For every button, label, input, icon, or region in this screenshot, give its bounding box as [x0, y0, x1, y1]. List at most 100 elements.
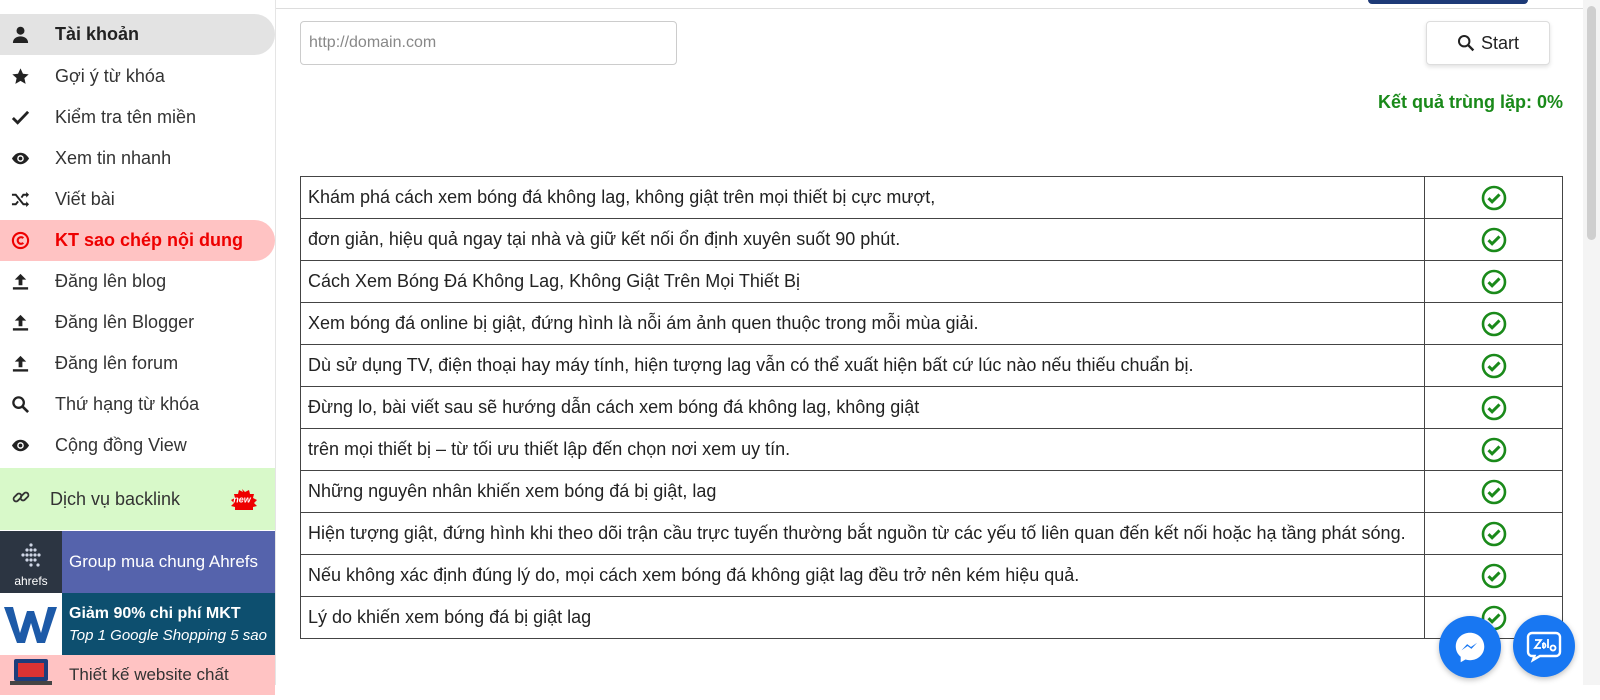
domain-url-input[interactable]: [300, 21, 677, 65]
table-row: Xem bóng đá online bị giật, đứng hình là…: [300, 302, 1563, 345]
sidebar-item-goi-y-tu-khoa[interactable]: Gợi ý từ khóa: [0, 56, 275, 97]
w-logo: [0, 593, 62, 655]
sidebar-item-label: Xem tin nhanh: [55, 148, 172, 168]
table-row: Khám phá cách xem bóng đá không lag, khô…: [300, 176, 1563, 219]
check-circle-icon: [1481, 269, 1506, 294]
top-accent-bar: [1368, 0, 1528, 4]
zalo-chat-button[interactable]: [1513, 615, 1575, 677]
table-row: Cách Xem Bóng Đá Không Lag, Không Giật T…: [300, 260, 1563, 303]
sidebar-item-tai-khoan[interactable]: Tài khoản: [0, 14, 275, 55]
check-circle-icon: [1481, 395, 1506, 420]
check-circle-icon: [1481, 563, 1506, 588]
link-icon: [0, 487, 50, 512]
sidebar-item-thu-hang-tu-khoa[interactable]: Thứ hạng từ khóa: [0, 384, 275, 425]
new-badge-text: new: [233, 495, 252, 505]
promo-subtitle: Top 1 Google Shopping 5 sao: [69, 626, 267, 644]
sentence-cell: Đừng lo, bài viết sau sẽ hướng dẫn cách …: [300, 386, 1425, 429]
status-cell: [1424, 470, 1563, 513]
user-icon: [0, 25, 42, 44]
sentence-cell: trên mọi thiết bị – từ tối ưu thiết lập …: [300, 428, 1425, 471]
messenger-chat-button[interactable]: [1439, 616, 1501, 678]
sentence-cell: Cách Xem Bóng Đá Không Lag, Không Giật T…: [300, 260, 1425, 303]
table-row: Dù sử dụng TV, điện thoại hay máy tính, …: [300, 344, 1563, 387]
sidebar-item-dang-len-blogger[interactable]: Đăng lên Blogger: [0, 302, 275, 343]
promo-label: Group mua chung Ahrefs: [69, 552, 259, 571]
new-badge-icon: new: [231, 489, 257, 510]
sidebar-item-dang-len-blog[interactable]: Đăng lên blog: [0, 261, 275, 302]
check-circle-icon: [1481, 521, 1506, 546]
shuffle-icon: [0, 190, 42, 209]
promo-mkt[interactable]: Giảm 90% chi phí MKT Top 1 Google Shoppi…: [0, 593, 275, 655]
promo-website[interactable]: Thiết kế website chất: [0, 655, 275, 695]
check-circle-icon: [1481, 479, 1506, 504]
sentence-cell: Hiện tượng giật, đứng hình khi theo dõi …: [300, 512, 1425, 555]
sentence-cell: Xem bóng đá online bị giật, đứng hình là…: [300, 302, 1425, 345]
sidebar-item-label: Dịch vụ backlink: [50, 488, 181, 509]
sentence-cell: đơn giản, hiệu quả ngay tại nhà và giữ k…: [300, 218, 1425, 261]
table-row: đơn giản, hiệu quả ngay tại nhà và giữ k…: [300, 218, 1563, 261]
sidebar-item-dang-len-forum[interactable]: Đăng lên forum: [0, 343, 275, 384]
sidebar-item-cong-dong-view[interactable]: Cộng đồng View: [0, 425, 275, 466]
sentence-cell: Lý do khiến xem bóng đá bị giật lag: [300, 596, 1425, 639]
status-cell: [1424, 512, 1563, 555]
promo-label: Thiết kế website chất: [69, 665, 229, 684]
table-row: trên mọi thiết bị – từ tối ưu thiết lập …: [300, 428, 1563, 471]
zalo-icon: [1526, 631, 1562, 663]
messenger-icon: [1455, 632, 1485, 663]
sidebar-item-label: Tài khoản: [55, 24, 140, 44]
search-icon: [1457, 34, 1475, 52]
promo-ahrefs[interactable]: ahrefs Group mua chung Ahrefs: [0, 531, 275, 593]
start-button-label: Start: [1480, 32, 1519, 53]
sidebar-item-label: Viết bài: [55, 189, 115, 209]
top-divider: [276, 8, 1600, 9]
status-cell: [1424, 218, 1563, 261]
promo-title: Giảm 90% chi phí MKT: [69, 604, 241, 622]
table-row: Đừng lo, bài viết sau sẽ hướng dẫn cách …: [300, 386, 1563, 429]
check-circle-icon: [1481, 311, 1506, 336]
table-row: Lý do khiến xem bóng đá bị giật lag: [300, 596, 1563, 639]
sidebar-item-label: Đăng lên forum: [55, 353, 179, 373]
sidebar-item-dich-vu-backlink[interactable]: Dịch vụ backlink new: [0, 468, 275, 530]
sentence-cell: Khám phá cách xem bóng đá không lag, khô…: [300, 176, 1425, 219]
copyright-icon: [0, 231, 42, 250]
scrollbar-thumb[interactable]: [1587, 6, 1596, 240]
eye-icon: [0, 149, 42, 168]
sidebar-item-label: Cộng đồng View: [55, 435, 187, 455]
scrollbar[interactable]: [1583, 0, 1600, 685]
star-icon: [0, 67, 42, 86]
sidebar-item-label: KT sao chép nội dung: [55, 230, 243, 250]
eye-icon: [0, 436, 42, 455]
table-row: Nếu không xác định đúng lý do, mọi cách …: [300, 554, 1563, 597]
status-cell: [1424, 428, 1563, 471]
duplicate-result-text: Kết quả trùng lặp: 0%: [1377, 92, 1563, 112]
check-icon: [0, 108, 42, 127]
start-button[interactable]: Start: [1426, 21, 1550, 65]
sidebar-item-label: Đăng lên blog: [55, 271, 167, 291]
sidebar-item-kt-sao-chep[interactable]: KT sao chép nội dung: [0, 220, 275, 261]
sidebar-item-label: Đăng lên Blogger: [55, 312, 195, 332]
check-circle-icon: [1481, 353, 1506, 378]
check-circle-icon: [1481, 227, 1506, 252]
sidebar-item-xem-tin-nhanh[interactable]: Xem tin nhanh: [0, 138, 275, 179]
status-cell: [1424, 260, 1563, 303]
check-circle-icon: [1481, 437, 1506, 462]
sidebar-item-viet-bai[interactable]: Viết bài: [0, 179, 275, 220]
sidebar-item-label: Thứ hạng từ khóa: [55, 394, 200, 414]
sentence-cell: Nếu không xác định đúng lý do, mọi cách …: [300, 554, 1425, 597]
website-thumb: [0, 655, 62, 695]
status-cell: [1424, 554, 1563, 597]
check-circle-icon: [1481, 185, 1506, 210]
sentence-cell: Những nguyên nhân khiến xem bóng đá bị g…: [300, 470, 1425, 513]
upload-icon: [0, 272, 42, 291]
results-table: Khám phá cách xem bóng đá không lag, khô…: [300, 176, 1563, 639]
status-cell: [1424, 386, 1563, 429]
status-cell: [1424, 176, 1563, 219]
search-icon: [0, 395, 42, 414]
sidebar: Tài khoản Gợi ý từ khóa Kiểm tra tên miề…: [0, 0, 276, 695]
sentence-cell: Dù sử dụng TV, điện thoại hay máy tính, …: [300, 344, 1425, 387]
status-cell: [1424, 302, 1563, 345]
sidebar-item-label: Kiểm tra tên miền: [55, 107, 197, 127]
sidebar-item-label: Gợi ý từ khóa: [55, 66, 165, 86]
sidebar-item-kiem-tra-ten-mien[interactable]: Kiểm tra tên miền: [0, 97, 275, 138]
upload-icon: [0, 313, 42, 332]
